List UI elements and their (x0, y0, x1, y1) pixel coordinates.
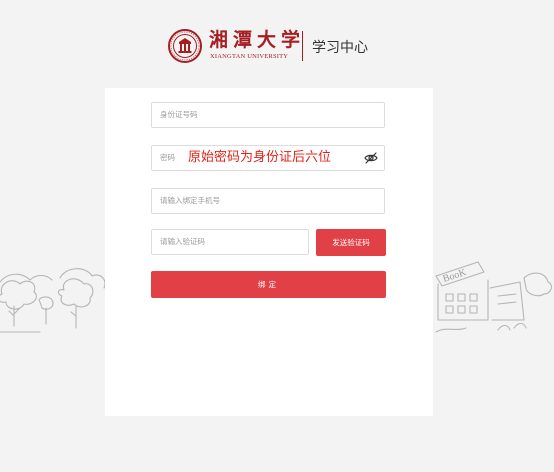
id-number-placeholder: 身份证号码 (160, 110, 198, 119)
verification-code-input[interactable]: 请输入验证码 (151, 229, 309, 255)
password-hint: 原始密码为身份证后六位 (188, 150, 332, 165)
eye-slash-icon[interactable] (364, 152, 378, 164)
bind-button[interactable]: 绑定 (151, 271, 386, 298)
university-seal-icon (168, 29, 202, 63)
logo-chinese-name: 湘潭大学 (209, 29, 306, 51)
header: 湘潭大学 XIANGTAN UNIVERSITY 学习中心 (0, 25, 554, 69)
bind-form-card: 身份证号码 密码 原始密码为身份证后六位 请输入绑定手机号 请输入验证码 发送验… (105, 88, 433, 416)
id-number-input[interactable]: 身份证号码 (151, 102, 385, 128)
header-divider (302, 31, 303, 61)
book-building-illustration: BooK (435, 261, 553, 333)
phone-input[interactable]: 请输入绑定手机号 (151, 188, 385, 214)
send-code-button[interactable]: 发送验证码 (316, 229, 386, 256)
page-title: 学习中心 (312, 40, 368, 56)
logo-english-name: XIANGTAN UNIVERSITY (210, 53, 289, 60)
password-placeholder: 密码 (160, 153, 175, 162)
password-input[interactable]: 密码 原始密码为身份证后六位 (151, 145, 385, 171)
phone-placeholder: 请输入绑定手机号 (160, 196, 220, 205)
verification-code-placeholder: 请输入验证码 (160, 237, 205, 246)
trees-illustration (0, 268, 106, 333)
